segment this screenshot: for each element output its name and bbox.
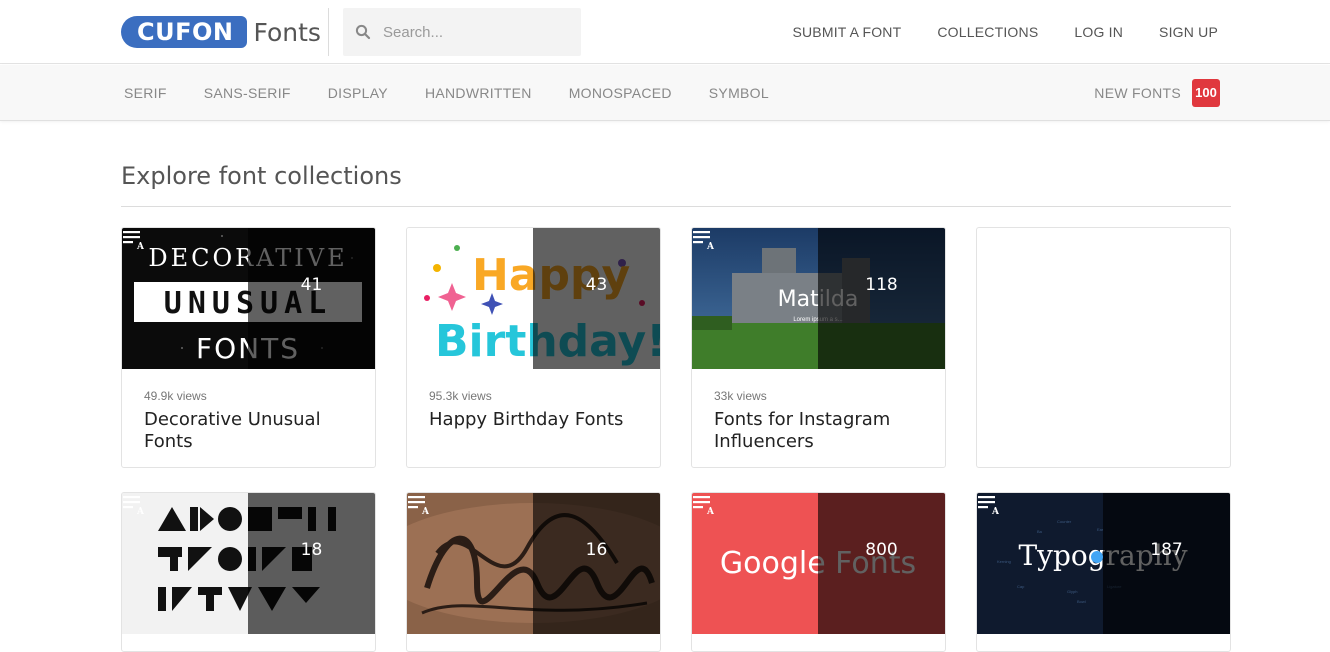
collection-thumbnail[interactable]: DECORATIVE UNUSUAL FONTS 41 A xyxy=(122,228,375,369)
collection-card-birthday[interactable]: Happy Birthday! 43 A 95.3k views Happy B… xyxy=(406,227,661,468)
font-count: 187 xyxy=(1150,540,1183,560)
collection-thumbnail[interactable]: Matilda Lorem ipsum a s... 118 A xyxy=(692,228,945,369)
svg-text:A: A xyxy=(706,242,714,250)
font-list-icon: A xyxy=(693,496,714,515)
page-title: Explore font collections xyxy=(121,162,402,190)
search-input[interactable] xyxy=(383,23,563,41)
category-serif[interactable]: SERIF xyxy=(124,85,167,101)
category-nav: SERIF SANS-SERIF DISPLAY HANDWRITTEN MON… xyxy=(124,65,806,121)
font-list-icon: A xyxy=(408,496,429,515)
logo-badge: CUFON xyxy=(121,16,248,48)
category-handwritten[interactable]: HANDWRITTEN xyxy=(425,85,532,101)
collection-thumbnail[interactable]: 18 A xyxy=(122,493,375,634)
thumbnail-overlay xyxy=(818,493,945,634)
signup-link[interactable]: SIGN UP xyxy=(1159,24,1218,40)
thumbnail-overlay xyxy=(248,493,375,634)
login-link[interactable]: LOG IN xyxy=(1074,24,1123,40)
thumbnail-overlay xyxy=(248,228,375,369)
search-icon[interactable] xyxy=(343,24,383,40)
font-list-icon: A xyxy=(693,231,714,250)
font-list-icon: A xyxy=(408,231,429,250)
collection-card-geometric[interactable]: 18 A xyxy=(121,492,376,652)
collections-link[interactable]: COLLECTIONS xyxy=(937,24,1038,40)
collection-card-decorative[interactable]: DECORATIVE UNUSUAL FONTS 41 A 49.9k view… xyxy=(121,227,376,468)
svg-text:Glyph: Glyph xyxy=(1067,589,1077,594)
site-logo[interactable]: CUFON Fonts xyxy=(121,16,321,48)
search-box[interactable] xyxy=(343,8,581,56)
svg-text:A: A xyxy=(421,507,429,515)
thumbnail-overlay xyxy=(818,228,945,369)
category-sans-serif[interactable]: SANS-SERIF xyxy=(204,85,291,101)
title-divider xyxy=(121,206,1231,207)
collection-name[interactable]: Happy Birthday Fonts xyxy=(429,409,638,431)
collection-thumbnail[interactable]: 16 A xyxy=(407,493,660,634)
new-fonts-count-badge: 100 xyxy=(1192,79,1220,107)
collection-card-instagram[interactable]: Matilda Lorem ipsum a s... 118 A 33k vie… xyxy=(691,227,946,468)
collection-thumbnail[interactable]: BaCounterEarKerningCapGlyphLigatureBowl … xyxy=(977,493,1230,634)
collection-name[interactable]: Fonts for Instagram Influencers xyxy=(714,409,923,453)
collection-name[interactable]: Decorative Unusual Fonts xyxy=(144,409,353,453)
view-count: 33k views xyxy=(714,389,767,403)
category-display[interactable]: DISPLAY xyxy=(328,85,388,101)
font-count: 800 xyxy=(865,540,898,560)
top-nav: SUBMIT A FONT COLLECTIONS LOG IN SIGN UP xyxy=(756,0,1218,64)
header-divider xyxy=(328,8,329,56)
collection-card-tattoo[interactable]: 16 A xyxy=(406,492,661,652)
thumbnail-overlay xyxy=(1103,493,1230,634)
font-list-icon: A xyxy=(123,496,144,515)
svg-text:A: A xyxy=(136,242,144,250)
font-count: 18 xyxy=(300,540,323,560)
submit-font-link[interactable]: SUBMIT A FONT xyxy=(792,24,901,40)
svg-text:Counter: Counter xyxy=(1057,519,1072,524)
collection-thumbnail[interactable]: Google Fonts 800 A xyxy=(692,493,945,634)
logo-word: Fonts xyxy=(253,17,321,47)
new-fonts[interactable]: NEW FONTS 100 xyxy=(1094,65,1220,121)
font-count: 41 xyxy=(300,275,323,295)
collection-thumbnail[interactable]: Happy Birthday! 43 A xyxy=(407,228,660,369)
font-count: 43 xyxy=(585,275,608,295)
category-symbol[interactable]: SYMBOL xyxy=(709,85,769,101)
svg-text:Bowl: Bowl xyxy=(1077,599,1086,604)
category-monospaced[interactable]: MONOSPACED xyxy=(569,85,672,101)
collection-card-google[interactable]: Google Fonts 800 A xyxy=(691,492,946,652)
svg-text:Kerning: Kerning xyxy=(997,559,1011,564)
font-count: 118 xyxy=(865,275,898,295)
thumbnail-overlay xyxy=(533,493,660,634)
svg-text:A: A xyxy=(706,507,714,515)
svg-text:A: A xyxy=(136,507,144,515)
new-fonts-link[interactable]: NEW FONTS xyxy=(1094,85,1181,101)
svg-text:A: A xyxy=(991,507,999,515)
category-bar: SERIF SANS-SERIF DISPLAY HANDWRITTEN MON… xyxy=(0,65,1330,121)
view-count: 49.9k views xyxy=(144,389,207,403)
thumbnail-overlay xyxy=(533,228,660,369)
svg-text:Ba: Ba xyxy=(1037,529,1043,534)
svg-text:A: A xyxy=(421,242,429,250)
collection-card-typography[interactable]: BaCounterEarKerningCapGlyphLigatureBowl … xyxy=(976,492,1231,652)
font-count: 16 xyxy=(585,540,608,560)
font-list-icon: A xyxy=(123,231,144,250)
collection-card-placeholder xyxy=(976,227,1231,468)
top-header: CUFON Fonts SUBMIT A FONT COLLECTIONS LO… xyxy=(0,0,1330,64)
view-count: 95.3k views xyxy=(429,389,492,403)
svg-text:Cap: Cap xyxy=(1017,584,1025,589)
font-list-icon: A xyxy=(978,496,999,515)
